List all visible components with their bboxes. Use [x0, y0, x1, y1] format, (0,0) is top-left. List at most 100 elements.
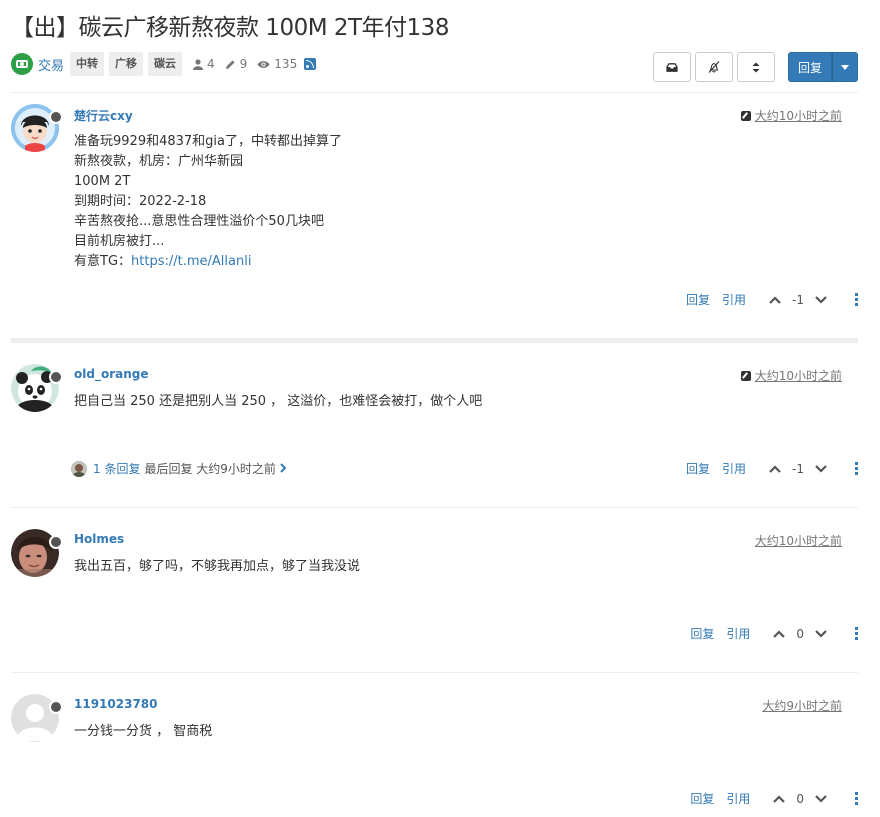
more-icon[interactable]	[854, 461, 858, 476]
username[interactable]: Holmes	[74, 532, 124, 546]
chevron-up-icon[interactable]	[772, 627, 786, 641]
topic-toolbar: 回复	[653, 52, 858, 82]
post-actions: 回复 引用 -1	[686, 460, 858, 477]
post-time-text: 大约10小时之前	[754, 369, 842, 383]
status-indicator	[49, 110, 63, 124]
reply-avatar	[71, 460, 87, 477]
divider	[11, 672, 858, 673]
username[interactable]: 楚行云cxy	[74, 107, 133, 124]
post-actions: 回复 引用 -1	[686, 291, 858, 308]
post-line: 准备玩9929和4837和gia了，中转都出掉算了	[74, 134, 342, 149]
posts-count: 9	[239, 57, 248, 71]
inbox-icon	[666, 62, 678, 72]
vote-count: -1	[792, 292, 804, 307]
post-line: 我出五百，够了吗，不够我再加点，够了当我没说	[74, 559, 361, 574]
category-link[interactable]: 交易	[38, 55, 64, 74]
posts-stat: 9	[225, 57, 248, 71]
chevron-down-icon[interactable]	[814, 293, 828, 307]
reply-link[interactable]: 回复	[686, 460, 710, 477]
post-time-text: 大约9小时之前	[762, 699, 842, 713]
vote-count: -1	[792, 461, 804, 476]
chevron-down-icon[interactable]	[814, 792, 828, 806]
replies-count[interactable]: 1 条回复	[93, 460, 140, 477]
replies-last: 最后回复 大约9小时之前	[144, 462, 276, 476]
reply-link[interactable]: 回复	[686, 291, 710, 308]
username[interactable]: old_orange	[74, 367, 148, 381]
chevron-right-icon[interactable]	[280, 462, 287, 476]
rss-icon[interactable]	[304, 58, 317, 70]
vote-count: 0	[796, 791, 804, 806]
user-icon	[193, 58, 204, 70]
chevron-down-icon[interactable]	[814, 627, 828, 641]
more-icon[interactable]	[854, 626, 858, 641]
chevron-up-icon[interactable]	[768, 462, 782, 476]
post-line: 目前机房被打...	[74, 234, 165, 249]
reply-dropdown-button[interactable]	[832, 52, 858, 82]
reply-link[interactable]: 回复	[690, 790, 714, 807]
post-time[interactable]: 大约9小时之前	[762, 697, 842, 714]
post-line: 新熬夜款，机房：广州华新园	[74, 154, 244, 169]
divider	[11, 92, 858, 93]
divider	[11, 507, 858, 508]
post-time-text: 大约10小时之前	[754, 109, 842, 123]
sort-icon	[752, 62, 760, 72]
watch-toggle-button[interactable]	[695, 52, 733, 82]
post-line: 一分钱一分货 ， 智商税	[74, 724, 213, 739]
eye-icon	[257, 60, 270, 68]
post-actions: 回复 引用 0	[690, 625, 858, 642]
topic-meta: 交易 中转 广移 碳云 4 9 135	[11, 52, 317, 76]
quote-link[interactable]: 引用	[726, 790, 750, 807]
divider	[11, 338, 858, 343]
tg-link[interactable]: https://t.me/Allanli	[131, 254, 251, 269]
inbox-button[interactable]	[653, 52, 691, 82]
quote-link[interactable]: 引用	[726, 625, 750, 642]
pencil-icon	[225, 59, 235, 69]
post-line: 到期时间：2022-2-18	[74, 194, 207, 209]
caret-down-icon	[841, 64, 849, 70]
post-time-text: 大约10小时之前	[754, 534, 842, 548]
post-line: 100M 2T	[74, 174, 131, 189]
status-indicator	[49, 370, 63, 384]
chevron-up-icon[interactable]	[768, 293, 782, 307]
sort-button[interactable]	[737, 52, 775, 82]
reply-button[interactable]: 回复	[788, 52, 832, 82]
post-replies[interactable]: 1 条回复 最后回复 大约9小时之前	[71, 460, 287, 477]
chevron-down-icon[interactable]	[814, 462, 828, 476]
views-stat: 135	[257, 57, 297, 71]
quote-link[interactable]: 引用	[722, 291, 746, 308]
more-icon[interactable]	[854, 791, 858, 806]
views-count: 135	[274, 57, 298, 71]
post-time[interactable]: 大约10小时之前	[740, 367, 842, 384]
bell-slash-icon	[708, 61, 720, 73]
topic-title: 【出】碳云广移新熬夜款 100M 2T年付138	[11, 15, 449, 41]
post-text: 有意TG：	[74, 254, 132, 269]
status-indicator	[49, 700, 63, 714]
post-item: 1191023780 大约9小时之前 一分钱一分货 ， 智商税 回复 引用 0	[11, 694, 858, 814]
post-content: 准备玩9929和4837和gia了，中转都出掉算了 新熬夜款，机房：广州华新园 …	[74, 132, 342, 272]
posters-count: 4	[207, 57, 215, 71]
post-time[interactable]: 大约10小时之前	[755, 532, 842, 549]
edit-icon	[740, 110, 751, 121]
username[interactable]: 1191023780	[74, 697, 158, 711]
post-content: 一分钱一分货 ， 智商税	[74, 722, 212, 742]
post-time[interactable]: 大约10小时之前	[740, 107, 842, 124]
posters-stat: 4	[193, 57, 215, 71]
post-content: 我出五百，够了吗，不够我再加点，够了当我没说	[74, 557, 360, 577]
tag[interactable]: 广移	[109, 52, 144, 76]
money-icon[interactable]	[11, 53, 33, 75]
tag[interactable]: 中转	[70, 52, 105, 76]
post-line: 辛苦熬夜抢...意思性合理性溢价个50几块吧	[74, 214, 324, 229]
chevron-up-icon[interactable]	[772, 792, 786, 806]
post-line: 有意TG：https://t.me/Allanli	[74, 252, 342, 272]
reply-link[interactable]: 回复	[690, 625, 714, 642]
more-icon[interactable]	[854, 292, 858, 307]
edit-icon	[740, 370, 751, 381]
post-line: 把自己当 250 还是把别人当 250 ， 这溢价，也难怪会被打，做个人吧	[74, 394, 483, 409]
post-content: 把自己当 250 还是把别人当 250 ， 这溢价，也难怪会被打，做个人吧	[74, 392, 482, 412]
post-item: 楚行云cxy 大约10小时之前 准备玩9929和4837和gia了，中转都出掉算…	[11, 104, 858, 319]
post-item: old_orange 大约10小时之前 把自己当 250 还是把别人当 250 …	[11, 364, 858, 484]
tag[interactable]: 碳云	[148, 52, 183, 76]
post-item: Holmes 大约10小时之前 我出五百，够了吗，不够我再加点，够了当我没说 回…	[11, 529, 858, 649]
quote-link[interactable]: 引用	[722, 460, 746, 477]
post-actions: 回复 引用 0	[690, 790, 858, 807]
